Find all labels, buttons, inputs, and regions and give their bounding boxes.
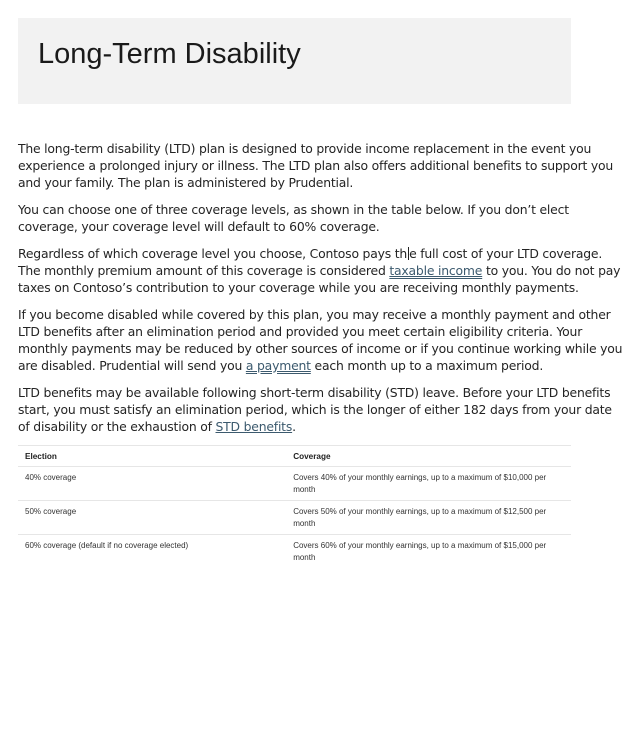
text-line: monthly payments may be reduced by other… xyxy=(18,341,623,356)
text-fragment: are disabled. Prudential will send you xyxy=(18,358,246,373)
column-header-election: Election xyxy=(18,445,287,467)
paragraph-cost: Regardless of which coverage level you c… xyxy=(18,245,620,296)
text-fragment: each month up to a maximum period. xyxy=(310,358,544,373)
text-line: You can choose one of three coverage lev… xyxy=(18,202,569,217)
text-line: LTD benefits after an elimination period… xyxy=(18,324,583,339)
table-row: 50% coverage Covers 50% of your monthly … xyxy=(18,500,571,535)
coverage-table: Election Coverage 40% coverage Covers 40… xyxy=(18,445,571,568)
coverage-line: month xyxy=(293,484,316,494)
paragraph-coverage-levels: You can choose one of three coverage lev… xyxy=(18,201,574,235)
coverage-cell: Covers 60% of your monthly earnings, up … xyxy=(286,535,571,569)
text-fragment: The monthly premium amount of this cover… xyxy=(18,263,390,278)
paragraph-std-leave: LTD benefits may be available following … xyxy=(18,384,612,435)
election-cell: 60% coverage (default if no coverage ele… xyxy=(25,541,189,550)
coverage-line: Covers 60% of your monthly earnings, up … xyxy=(293,541,547,550)
std-benefits-link[interactable]: STD benefits xyxy=(216,419,293,434)
coverage-cell: Covers 50% of your monthly earnings, up … xyxy=(286,500,571,535)
text-line: experience a prolonged injury or illness… xyxy=(18,158,614,173)
text-line: The long-term disability (LTD) plan is d… xyxy=(18,141,592,156)
table-header-row: Election Coverage xyxy=(18,445,571,467)
text-line: start, you must satisfy an elimination p… xyxy=(18,402,612,417)
paragraph-ltd-overview: The long-term disability (LTD) plan is d… xyxy=(18,140,614,191)
page-header: Long-Term Disability xyxy=(18,18,571,104)
text-line: The monthly premium amount of this cover… xyxy=(18,262,620,279)
text-line: of disability or the exhaustion of STD b… xyxy=(18,418,574,435)
text-line: taxes on Contoso’s contribution to your … xyxy=(18,280,579,295)
election-cell: 40% coverage xyxy=(18,466,287,501)
coverage-line: month xyxy=(293,552,316,562)
coverage-line: Covers 50% of your monthly earnings, up … xyxy=(293,507,547,516)
coverage-line: month xyxy=(293,518,316,528)
text-line: LTD benefits may be available following … xyxy=(18,385,611,400)
coverage-line: Covers 40% of your monthly earnings, up … xyxy=(293,473,547,482)
page-title: Long-Term Disability xyxy=(38,38,301,70)
text-fragment: of disability or the exhaustion of xyxy=(18,419,216,434)
text-line: and your family. The plan is administere… xyxy=(18,175,354,190)
a-payment-link[interactable]: a payment xyxy=(246,358,311,373)
text-line: are disabled. Prudential will send you a… xyxy=(18,357,574,374)
text-line: coverage, your coverage level will defau… xyxy=(18,219,380,234)
text-fragment: e full cost of your LTD coverage. xyxy=(409,246,603,261)
table-row: 60% coverage (default if no coverage ele… xyxy=(18,535,571,569)
column-header-coverage: Coverage xyxy=(286,445,571,467)
text-line: Regardless of which coverage level you c… xyxy=(18,245,602,262)
text-fragment: . xyxy=(292,419,296,434)
paragraph-disability-payments: If you become disabled while covered by … xyxy=(18,306,623,374)
table-row: 40% coverage Covers 40% of your monthly … xyxy=(18,466,571,501)
text-fragment: to you. You do not pay xyxy=(482,263,621,278)
taxable-income-link[interactable]: taxable income xyxy=(389,263,482,278)
text-line: If you become disabled while covered by … xyxy=(18,307,611,322)
coverage-cell: Covers 40% of your monthly earnings, up … xyxy=(286,466,571,501)
document-body: The long-term disability (LTD) plan is d… xyxy=(18,140,623,445)
text-fragment: Regardless of which coverage level you c… xyxy=(18,246,408,261)
election-cell: 50% coverage xyxy=(18,500,287,535)
